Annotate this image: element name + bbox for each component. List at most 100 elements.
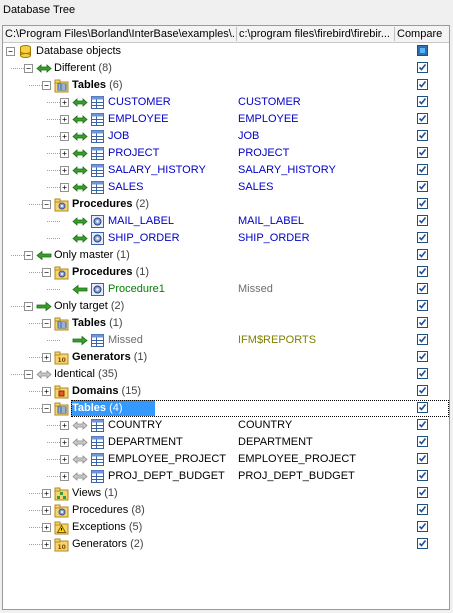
compare-checkbox[interactable] (417, 45, 428, 56)
compare-checkbox[interactable] (417, 504, 428, 515)
collapse-icon[interactable]: − (42, 200, 51, 209)
expand-icon[interactable]: + (42, 506, 51, 515)
tree-row-proj-dept-budget[interactable]: + PROJ_DEPT_BUDGET PROJ_DEPT_BUDGET (3, 468, 449, 485)
tree-node-label[interactable]: Only target (2) (54, 298, 124, 315)
expand-icon[interactable]: + (60, 98, 69, 107)
header-master-path[interactable]: C:\Program Files\Borland\InterBase\examp… (5, 26, 235, 42)
expand-icon[interactable]: + (60, 455, 69, 464)
expand-icon[interactable]: + (42, 353, 51, 362)
compare-checkbox[interactable] (417, 113, 428, 124)
compare-checkbox[interactable] (417, 249, 428, 260)
tree-node-label[interactable]: Different (8) (54, 60, 112, 77)
tree-row-employee[interactable]: + EMPLOYEE EMPLOYEE (3, 111, 449, 128)
tree-row-root[interactable]: − Database objects (3, 43, 449, 60)
tree-row-sales[interactable]: + SALES SALES (3, 179, 449, 196)
compare-checkbox[interactable] (417, 266, 428, 277)
tree-row-salary[interactable]: + SALARY_HISTORY SALARY_HISTORY (3, 162, 449, 179)
compare-checkbox[interactable] (417, 436, 428, 447)
header-separator[interactable] (394, 27, 395, 41)
expand-icon[interactable]: + (60, 183, 69, 192)
tree-node-label[interactable]: CUSTOMER (108, 94, 171, 111)
tree-row-project[interactable]: + PROJECT PROJECT (3, 145, 449, 162)
tree-node-label[interactable]: Generators (1) (72, 349, 147, 366)
tree-row-ship-order[interactable]: SHIP_ORDER SHIP_ORDER (3, 230, 449, 247)
header-target-path[interactable]: c:\program files\firebird\firebir... (239, 26, 393, 42)
expand-icon[interactable]: + (60, 149, 69, 158)
expand-icon[interactable]: + (42, 387, 51, 396)
tree-row-department[interactable]: + DEPARTMENT DEPARTMENT (3, 434, 449, 451)
tree-row-customer[interactable]: + CUSTOMER CUSTOMER (3, 94, 449, 111)
compare-checkbox[interactable] (417, 453, 428, 464)
compare-checkbox[interactable] (417, 470, 428, 481)
compare-checkbox[interactable] (417, 521, 428, 532)
collapse-icon[interactable]: − (42, 404, 51, 413)
tree-row-om-procs[interactable]: − Procedures (1) (3, 264, 449, 281)
expand-icon[interactable]: + (60, 115, 69, 124)
tree-node-label[interactable]: Only master (1) (54, 247, 130, 264)
expand-icon[interactable]: + (60, 166, 69, 175)
tree-node-label[interactable]: Procedures (2) (72, 196, 149, 213)
tree-node-label[interactable]: COUNTRY (108, 417, 162, 434)
tree-node-label[interactable]: JOB (108, 128, 129, 145)
tree-node-label[interactable]: Procedures (1) (72, 264, 149, 281)
expand-icon[interactable]: + (60, 472, 69, 481)
tree-node-label[interactable]: Missed (108, 332, 143, 349)
compare-checkbox[interactable] (417, 215, 428, 226)
compare-checkbox[interactable] (417, 317, 428, 328)
tree-node-label[interactable]: DEPARTMENT (108, 434, 183, 451)
tree-row-diff-tables[interactable]: − Tables (6) (3, 77, 449, 94)
tree-node-label[interactable]: SALES (108, 179, 143, 196)
compare-checkbox[interactable] (417, 62, 428, 73)
expand-icon[interactable]: + (42, 489, 51, 498)
tree-node-label[interactable]: Identical (35) (54, 366, 118, 383)
tree-node-label[interactable]: MAIL_LABEL (108, 213, 174, 230)
compare-checkbox[interactable] (417, 300, 428, 311)
collapse-icon[interactable]: − (24, 302, 33, 311)
compare-checkbox[interactable] (417, 368, 428, 379)
header-compare[interactable]: Compare (397, 26, 447, 42)
tree-node-label[interactable]: Views (1) (72, 485, 118, 502)
tree-node-label[interactable]: SHIP_ORDER (108, 230, 180, 247)
tree-node-label[interactable]: PROJ_DEPT_BUDGET (108, 468, 225, 485)
compare-checkbox[interactable] (417, 130, 428, 141)
compare-checkbox[interactable] (417, 164, 428, 175)
tree-row-id-procs[interactable]: + Procedures (8) (3, 502, 449, 519)
compare-checkbox[interactable] (417, 334, 428, 345)
tree-node-label[interactable]: PROJECT (108, 145, 159, 162)
expand-icon[interactable]: + (60, 421, 69, 430)
compare-checkbox[interactable] (417, 385, 428, 396)
expand-icon[interactable]: + (60, 438, 69, 447)
collapse-icon[interactable]: − (42, 319, 51, 328)
tree-row-ot-tables[interactable]: − Tables (1) (3, 315, 449, 332)
tree-node-label[interactable]: Database objects (36, 43, 121, 60)
collapse-icon[interactable]: − (24, 370, 33, 379)
expand-icon[interactable]: + (42, 540, 51, 549)
tree-row-job[interactable]: + JOB JOB (3, 128, 449, 145)
tree-row-id-views[interactable]: + Views (1) (3, 485, 449, 502)
database-tree[interactable]: C:\Program Files\Borland\InterBase\examp… (2, 25, 450, 610)
tree-row-diff-procs[interactable]: − Procedures (2) (3, 196, 449, 213)
tree-row-only-master[interactable]: − Only master (1) (3, 247, 449, 264)
compare-checkbox[interactable] (417, 402, 428, 413)
tree-row-employee-project[interactable]: + EMPLOYEE_PROJECT EMPLOYEE_PROJECT (3, 451, 449, 468)
tree-row-country[interactable]: + COUNTRY COUNTRY (3, 417, 449, 434)
compare-checkbox[interactable] (417, 79, 428, 90)
compare-checkbox[interactable] (417, 351, 428, 362)
tree-node-label[interactable]: EMPLOYEE (108, 111, 169, 128)
collapse-icon[interactable]: − (42, 268, 51, 277)
tree-row-only-target[interactable]: − Only target (2) (3, 298, 449, 315)
compare-checkbox[interactable] (417, 96, 428, 107)
tree-node-label[interactable]: SALARY_HISTORY (108, 162, 206, 179)
expand-icon[interactable]: + (60, 132, 69, 141)
tree-row-mail-label[interactable]: MAIL_LABEL MAIL_LABEL (3, 213, 449, 230)
tree-row-id-domains[interactable]: + Domains (15) (3, 383, 449, 400)
tree-node-label[interactable]: Procedure1 (108, 281, 165, 298)
tree-row-id-exceptions[interactable]: + Exceptions (5) (3, 519, 449, 536)
tree-row-ot-generators[interactable]: +10 Generators (1) (3, 349, 449, 366)
compare-checkbox[interactable] (417, 487, 428, 498)
tree-row-id-tables[interactable]: − Tables (4) (3, 400, 449, 417)
tree-node-label[interactable]: EMPLOYEE_PROJECT (108, 451, 226, 468)
compare-checkbox[interactable] (417, 232, 428, 243)
compare-checkbox[interactable] (417, 147, 428, 158)
tree-row-identical[interactable]: − Identical (35) (3, 366, 449, 383)
